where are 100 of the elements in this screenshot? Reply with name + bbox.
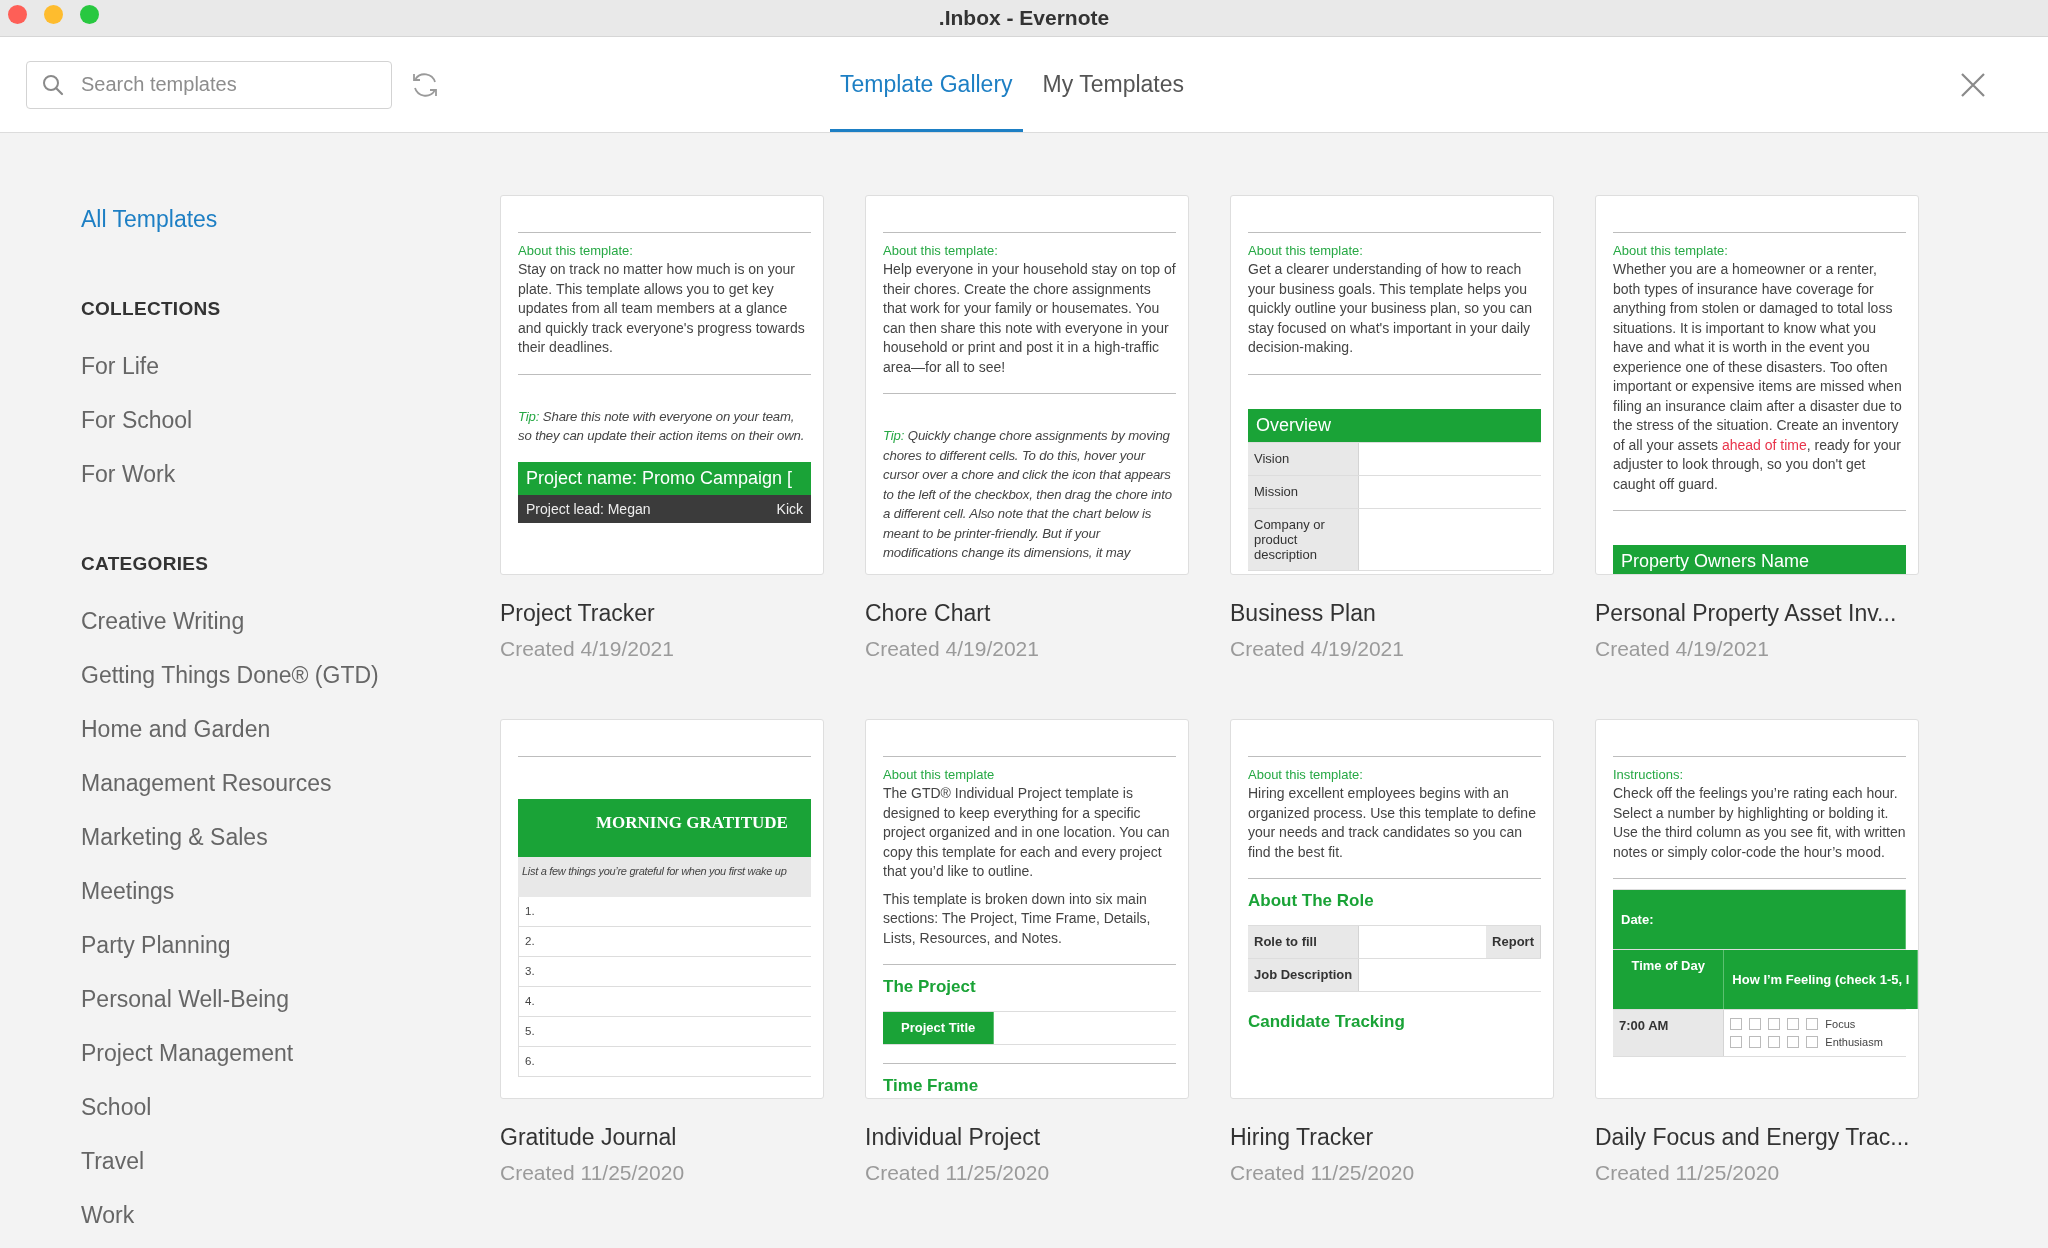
sidebar-item[interactable]: Getting Things Done® (GTD): [81, 660, 379, 690]
template-name[interactable]: Gratitude Journal: [500, 1124, 677, 1151]
checkbox-icon[interactable]: [1787, 1036, 1800, 1048]
preview-note: List a few things you’re grateful for when you first wake up: [518, 857, 811, 897]
preview-text: The GTD® Individual Project template is designed to keep everything for a specific project organized and in one location. You can copy this template for each and every project that you’d like to outline.: [883, 784, 1171, 881]
table-cell: Company or product description: [1248, 508, 1360, 570]
close-icon[interactable]: [1960, 72, 1986, 98]
template-name[interactable]: Individual Project: [865, 1124, 1041, 1151]
tab[interactable]: My Templates: [1032, 37, 1195, 132]
checkbox-icon[interactable]: [1730, 1036, 1743, 1048]
checkbox-icon[interactable]: [1806, 1036, 1819, 1048]
table-cell: How I’m Feeling (check 1-5, l: [1724, 950, 1918, 1009]
checkbox-icon[interactable]: [1749, 1018, 1762, 1030]
template-name[interactable]: Daily Focus and Energy Trac...: [1595, 1124, 1910, 1151]
feeling-label: Enthusiasm: [1825, 1036, 1883, 1048]
checkbox-icon[interactable]: [1768, 1036, 1781, 1048]
preview-text: Whether you are a homeowner or a renter, both types of insurance have coverage for anything from stolen or damaged to total loss situations. It is important to know what you have and what it is worth in the event you experience one of these disasters. Too often important or expensive items are missed when filing an insurance claim after a disaster due to the stress of the situation. Create an inventory of all your assets ahead of time, ready for your adjuster to look through, so you don't get caught off guard.: [1613, 260, 1903, 494]
created-date: Created 11/25/2020: [1595, 1161, 1780, 1185]
list-row: 3.: [519, 957, 811, 987]
sidebar-item[interactable]: Work: [81, 1200, 135, 1230]
checkbox-icon[interactable]: [1787, 1018, 1800, 1030]
preview-label: About this template:: [883, 243, 999, 258]
preview-text: Get a clearer understanding of how to reach your business goals. This template helps you quickly outline your business plan, so you can stay focused on what's important in your daily decision-making.: [1248, 260, 1534, 357]
table-cell: 7:00 AM: [1613, 1010, 1725, 1056]
checkbox-icon[interactable]: [1806, 1018, 1819, 1030]
created-date: Created 4/19/2021: [500, 637, 674, 661]
checkbox-icon[interactable]: [1768, 1018, 1781, 1030]
template-name[interactable]: Chore Chart: [865, 600, 991, 627]
checkbox-icon[interactable]: [1730, 1018, 1743, 1030]
preview-heading: Time Frame: [883, 1076, 980, 1096]
sidebar-item[interactable]: Marketing & Sales: [81, 822, 268, 852]
preview-heading: Candidate Tracking: [1248, 1012, 1406, 1032]
sidebar-item[interactable]: Creative Writing: [81, 606, 245, 636]
preview-label: About this template:: [1248, 243, 1364, 258]
preview-text: Check off the feelings you’re rating each hour. Select a number by highlighting or bolding it. Use the third column as you see fit, with written notes or simply color-code the hour’s mood.: [1613, 784, 1906, 862]
template-name[interactable]: Project Tracker: [500, 600, 655, 627]
sidebar-item[interactable]: Project Management: [81, 1038, 294, 1068]
table-cell: Job Description: [1248, 959, 1360, 991]
list-row: 4.: [519, 987, 811, 1017]
tab[interactable]: Template Gallery: [830, 37, 1023, 132]
sidebar-item[interactable]: For School: [81, 405, 193, 435]
template-card[interactable]: MORNING GRATITUDE List a few things you’re grateful for when you first wake up 1. 2. 3. 4. 5. 6.: [500, 719, 824, 1099]
sidebar-item[interactable]: Home and Garden: [81, 714, 271, 744]
preview-tip: Tip: Quickly change chore assignments by moving chores to different cells. To do this, hover your cursor over a chore and click the icon that appears to the left of the checkbox, then drag the chore into a different cell. Also note that the chart below is meant to be printer-friendly. But if your modifications change its dimensions, it may: [883, 427, 1173, 562]
template-card[interactable]: [865, 719, 1189, 1099]
table-cell: Mission: [1248, 475, 1360, 508]
section-heading: COLLECTIONS: [81, 298, 221, 320]
preview-label: About this template:: [1248, 767, 1364, 782]
template-card[interactable]: [1230, 195, 1554, 575]
section-heading: CATEGORIES: [81, 553, 209, 575]
preview-text: Hiring excellent employees begins with an organized process. Use this template to define your needs and track candidates so you can find the best fit.: [1248, 784, 1537, 862]
sidebar-item[interactable]: Personal Well-Being: [81, 984, 289, 1014]
window-title: .Inbox - Evernote: [938, 6, 1110, 30]
list-row: 5.: [519, 1017, 811, 1047]
minimize-window-button[interactable]: [44, 5, 63, 24]
preview-heading: The Project: [883, 977, 977, 997]
feeling-label: Focus: [1825, 1018, 1856, 1030]
preview-text: Help everyone in your household stay on top of their chores. Create the chore assignments that work for your family or housemates. You can then share this note with everyone in your household or print and post it in a high-traffic area—for all to see!: [883, 260, 1176, 377]
sidebar-item[interactable]: Management Resources: [81, 768, 332, 798]
preview-banner: MORNING GRATITUDE: [518, 799, 811, 857]
template-card[interactable]: [865, 195, 1189, 575]
template-card[interactable]: [1595, 195, 1919, 575]
template-name[interactable]: Business Plan: [1230, 600, 1376, 627]
created-date: Created 11/25/2020: [500, 1161, 685, 1185]
checkbox-icon[interactable]: [1749, 1036, 1762, 1048]
preview-label: About this template:: [1613, 243, 1729, 258]
sidebar-item[interactable]: Travel: [81, 1146, 145, 1176]
created-date: Created 4/19/2021: [1230, 637, 1404, 661]
list-row: 1.: [519, 897, 811, 927]
template-name[interactable]: Hiring Tracker: [1230, 1124, 1374, 1151]
table-cell: Role to fill: [1248, 926, 1360, 958]
search-field[interactable]: Search templates: [26, 60, 392, 109]
list-row: 2.: [519, 927, 811, 957]
sidebar-item[interactable]: Meetings: [81, 876, 175, 906]
created-date: Created 11/25/2020: [865, 1161, 1050, 1185]
created-date: Created 4/19/2021: [1595, 637, 1769, 661]
preview-banner: Property Owners Name: [1613, 545, 1906, 574]
sidebar-item[interactable]: For Work: [81, 459, 176, 489]
preview-bar-text: Kick: [776, 500, 803, 517]
created-date: Created 4/19/2021: [865, 637, 1039, 661]
preview-text: This template is broken down into six main sections: The Project, Time Frame, Details, Lists, Resources, and Notes.: [883, 889, 1152, 948]
close-window-button[interactable]: [8, 5, 27, 24]
table-cell: Time of Day: [1613, 950, 1725, 1009]
preview-heading: About The Role: [1248, 891, 1375, 911]
table-cell: Vision: [1248, 442, 1360, 475]
preview-bar-text: Project lead: Megan: [526, 500, 651, 517]
created-date: Created 11/25/2020: [1230, 1161, 1415, 1185]
sidebar-item[interactable]: For Life: [81, 351, 159, 381]
list-row: 6.: [519, 1047, 811, 1077]
sidebar-item[interactable]: School: [81, 1092, 152, 1122]
template-card[interactable]: [500, 195, 824, 575]
preview-banner: Overview: [1248, 408, 1541, 442]
zoom-window-button[interactable]: [80, 5, 99, 24]
sidebar-item[interactable]: All Templates: [81, 204, 218, 234]
preview-label: About this template:: [518, 243, 634, 258]
template-name[interactable]: Personal Property Asset Inv...: [1595, 600, 1897, 627]
preview-banner: Project name: Promo Campaign [: [518, 461, 811, 495]
preview-label: Instructions:: [1613, 767, 1685, 782]
table-cell: Date:: [1613, 890, 1906, 949]
sidebar-item[interactable]: Party Planning: [81, 930, 231, 960]
